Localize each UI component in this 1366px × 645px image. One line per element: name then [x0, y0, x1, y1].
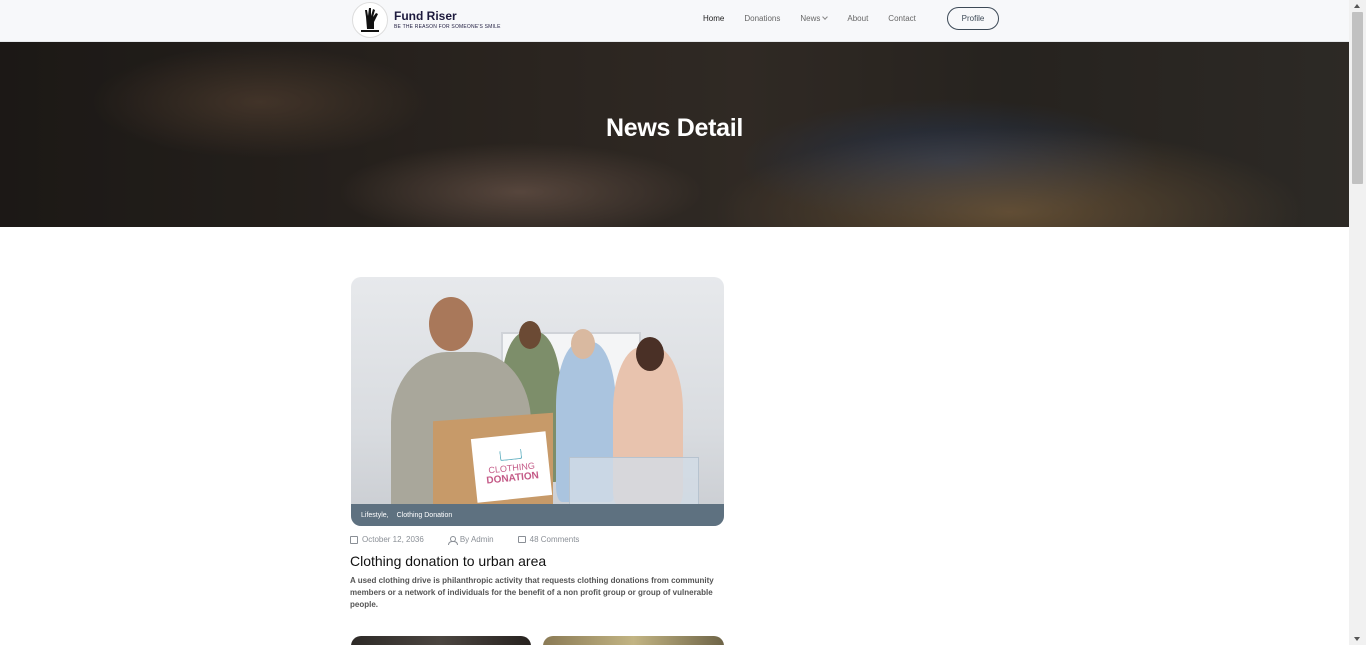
category-lifestyle[interactable]: Lifestyle,: [361, 512, 389, 519]
hanger-icon: [498, 448, 522, 462]
category-bar: Lifestyle, Clothing Donation: [351, 504, 724, 526]
article-image[interactable]: CLOTHING DONATION Lifestyle, Clothing Do…: [351, 277, 724, 526]
meta-author[interactable]: By Admin: [447, 535, 494, 545]
hero-banner: News Detail: [0, 42, 1349, 227]
logo-hand-icon: [352, 2, 388, 38]
meta-author-text: By Admin: [459, 535, 494, 544]
nav-links: Home Donations News About Contact: [703, 13, 936, 25]
scroll-down-icon[interactable]: [1354, 637, 1360, 641]
volunteer-head: [571, 329, 595, 359]
article-meta: October 12, 2036 By Admin 48 Comments: [350, 535, 603, 545]
nav-about[interactable]: About: [847, 13, 868, 25]
nav-home[interactable]: Home: [703, 13, 724, 25]
navbar: Fund Riser BE THE REASON FOR SOMEONE'S S…: [0, 0, 1349, 42]
volunteer-head: [636, 337, 664, 371]
comment-icon: [517, 536, 526, 543]
brand-name: Fund Riser: [394, 9, 457, 23]
nav-donations[interactable]: Donations: [744, 13, 780, 25]
brand-tagline: BE THE REASON FOR SOMEONE'S SMILE: [394, 24, 501, 30]
scrollbar-thumb[interactable]: [1352, 12, 1363, 184]
profile-button[interactable]: Profile: [947, 7, 999, 30]
user-icon: [447, 535, 458, 545]
volunteer-head: [519, 321, 541, 349]
meta-comments[interactable]: 48 Comments: [517, 535, 580, 544]
category-clothing-donation[interactable]: Clothing Donation: [397, 512, 453, 519]
nav-news-label: News: [800, 14, 821, 23]
brand[interactable]: Fund Riser BE THE REASON FOR SOMEONE'S S…: [352, 2, 501, 38]
scroll-up-icon[interactable]: [1354, 4, 1360, 8]
nav-contact[interactable]: Contact: [888, 13, 916, 25]
nav-news[interactable]: News: [800, 13, 829, 25]
page-title: News Detail: [605, 114, 744, 142]
donation-label: CLOTHING DONATION: [470, 431, 553, 503]
article-title[interactable]: Clothing donation to urban area: [350, 553, 546, 569]
clothing-tub: [569, 457, 699, 505]
meta-date: October 12, 2036: [350, 535, 424, 544]
article-excerpt: A used clothing drive is philanthropic a…: [350, 576, 714, 609]
man-head: [429, 297, 473, 351]
brand-text: Fund Riser BE THE REASON FOR SOMEONE'S S…: [394, 9, 501, 31]
page-scrollbar[interactable]: [1349, 0, 1366, 645]
calendar-icon: [350, 535, 358, 544]
related-post-image[interactable]: [351, 636, 531, 645]
meta-comments-text: 48 Comments: [529, 535, 580, 544]
chevron-down-icon: [822, 14, 829, 20]
meta-date-text: October 12, 2036: [362, 535, 424, 544]
related-post-image[interactable]: [543, 636, 724, 645]
